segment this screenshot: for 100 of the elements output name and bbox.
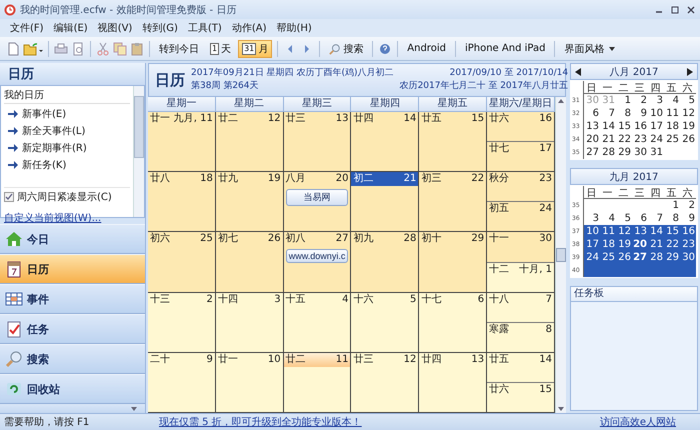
calendar-day[interactable]: 27: [584, 147, 600, 158]
menu-item[interactable]: 工具(T): [188, 21, 222, 35]
day-cell[interactable]: 初八 27 www.downyi.c: [284, 232, 352, 292]
calendar-day[interactable]: 17: [584, 239, 600, 250]
scroll-up-icon[interactable]: [558, 99, 564, 103]
calendar-day[interactable]: 30: [680, 252, 696, 263]
calendar-day[interactable]: 21: [648, 239, 664, 250]
previous-icon[interactable]: [575, 68, 581, 76]
menu-item[interactable]: 动作(A): [232, 21, 266, 35]
day-cell[interactable]: 初三 22: [419, 172, 488, 232]
action-link[interactable]: 新全天事件(L): [22, 124, 86, 138]
calendar-day[interactable]: 1: [616, 95, 632, 106]
calendar-day[interactable]: 16: [680, 226, 696, 237]
clipboard-icon[interactable]: [130, 42, 144, 56]
day-cell[interactable]: 廿一 九月, 11: [148, 112, 216, 172]
menu-item[interactable]: 视图(V): [98, 21, 132, 35]
calendar-day[interactable]: 23: [632, 134, 648, 145]
calendar-day[interactable]: 11: [664, 108, 680, 119]
nav-button[interactable]: 搜索: [0, 344, 145, 374]
new-document-icon[interactable]: [6, 42, 20, 56]
nav-button[interactable]: 今日: [0, 224, 145, 254]
customize-link[interactable]: 自定义当前视图(W)...: [4, 211, 130, 225]
calendar-day[interactable]: 2: [680, 200, 696, 211]
calendar-day[interactable]: 23: [680, 239, 696, 250]
day-cell[interactable]: 初五 24: [487, 201, 554, 232]
scroll-thumb[interactable]: [134, 96, 144, 158]
calendar-day[interactable]: 25: [664, 134, 680, 145]
calendar-day[interactable]: 20: [584, 134, 600, 145]
day-cell[interactable]: 初二 21: [351, 172, 420, 232]
calendar-day[interactable]: 12: [616, 226, 632, 237]
nav-button[interactable]: 回收站: [0, 374, 145, 404]
menu-item[interactable]: 文件(F): [10, 21, 44, 35]
day-cell[interactable]: 廿二 12: [216, 112, 284, 172]
day-cell[interactable]: 初七 26: [216, 232, 284, 292]
maximize-icon[interactable]: [670, 4, 680, 14]
calendar-day[interactable]: 1: [664, 200, 680, 211]
calendar-day[interactable]: 5: [680, 95, 696, 106]
scissors-icon[interactable]: [96, 42, 110, 56]
nav-button[interactable]: 日历: [0, 254, 145, 284]
caret-icon[interactable]: [131, 406, 137, 410]
folder-icon[interactable]: [23, 42, 43, 56]
action-link[interactable]: 新定期事件(R): [22, 141, 87, 155]
toolbar-button[interactable]: 31 月: [238, 40, 272, 58]
day-cell[interactable]: 廿四 13: [419, 352, 488, 412]
menu-item[interactable]: 帮助(H): [276, 21, 312, 35]
calendar-day[interactable]: 11: [600, 226, 616, 237]
calendar-day[interactable]: 13: [584, 121, 600, 132]
toolbar-button[interactable]: Android: [403, 41, 450, 56]
calendar-day[interactable]: 30: [632, 147, 648, 158]
calendar-day[interactable]: 10: [584, 226, 600, 237]
calendar-day[interactable]: 15: [616, 121, 632, 132]
calendar-day[interactable]: 14: [600, 121, 616, 132]
day-cell[interactable]: 寒露 8: [487, 322, 554, 352]
scroll-down-icon[interactable]: [558, 407, 564, 411]
day-cell[interactable]: 八月 20 当易网: [284, 172, 352, 232]
calendar-day[interactable]: 20: [632, 239, 648, 250]
day-cell[interactable]: 十四 3: [216, 292, 284, 352]
calendar-day[interactable]: 26: [680, 134, 696, 145]
scrollbar[interactable]: [133, 86, 144, 217]
close-icon[interactable]: [686, 4, 696, 14]
day-cell[interactable]: 廿九 19: [216, 172, 284, 232]
next-icon[interactable]: [686, 68, 693, 76]
toolbar-button[interactable]: 1 天: [206, 40, 236, 58]
day-cell[interactable]: 廿一 10: [216, 352, 284, 412]
day-cell[interactable]: 十一 30: [487, 232, 554, 262]
calendar-day[interactable]: 29: [664, 252, 680, 263]
selected-week[interactable]: 10 11 12 13 14 15 16: [584, 225, 696, 238]
day-cell[interactable]: 初十 29: [419, 232, 488, 292]
calendar-day[interactable]: 9: [632, 108, 648, 119]
menu-item[interactable]: 编辑(E): [54, 21, 88, 35]
calendar-day[interactable]: 26: [616, 252, 632, 263]
calendar-day[interactable]: 3: [648, 95, 664, 106]
calendar-day[interactable]: 6: [584, 108, 600, 119]
day-cell[interactable]: 廿三 12: [351, 352, 420, 412]
calendar-day[interactable]: 14: [648, 226, 664, 237]
calendar-day[interactable]: 8: [616, 108, 632, 119]
selected-week[interactable]: 24 25 26 27 28 29 30: [584, 251, 696, 264]
day-cell[interactable]: 初六 25: [148, 232, 216, 292]
day-cell[interactable]: 十三 2: [148, 292, 216, 352]
day-cell[interactable]: 廿五 15: [419, 112, 488, 172]
calendar-day[interactable]: 7: [648, 213, 664, 224]
scroll-thumb[interactable]: [556, 248, 566, 262]
calendar-day[interactable]: 24: [584, 252, 600, 263]
toolbar-button[interactable]: 界面风格: [560, 40, 620, 58]
calendar-day[interactable]: 22: [664, 239, 680, 250]
calendar-day[interactable]: 17: [648, 121, 664, 132]
menu-item[interactable]: 转到(G): [142, 21, 178, 35]
day-cell[interactable]: 十二 十月, 1: [487, 262, 554, 292]
day-cell[interactable]: 十六 5: [351, 292, 420, 352]
calendar-day[interactable]: 28: [648, 252, 664, 263]
selected-week[interactable]: 17 18 19 20 21 22 23: [584, 238, 696, 251]
event-item[interactable]: 当易网: [286, 189, 348, 206]
calendar-day[interactable]: 4: [600, 213, 616, 224]
calendar-day[interactable]: 5: [616, 213, 632, 224]
scrollbar[interactable]: [555, 97, 566, 413]
calendar-day[interactable]: 3: [584, 213, 600, 224]
action-link[interactable]: 新任务(K): [22, 158, 66, 172]
nav-button[interactable]: 任务: [0, 314, 145, 344]
day-cell[interactable]: 十五 4: [284, 292, 352, 352]
day-cell[interactable]: 廿八 18: [148, 172, 216, 232]
